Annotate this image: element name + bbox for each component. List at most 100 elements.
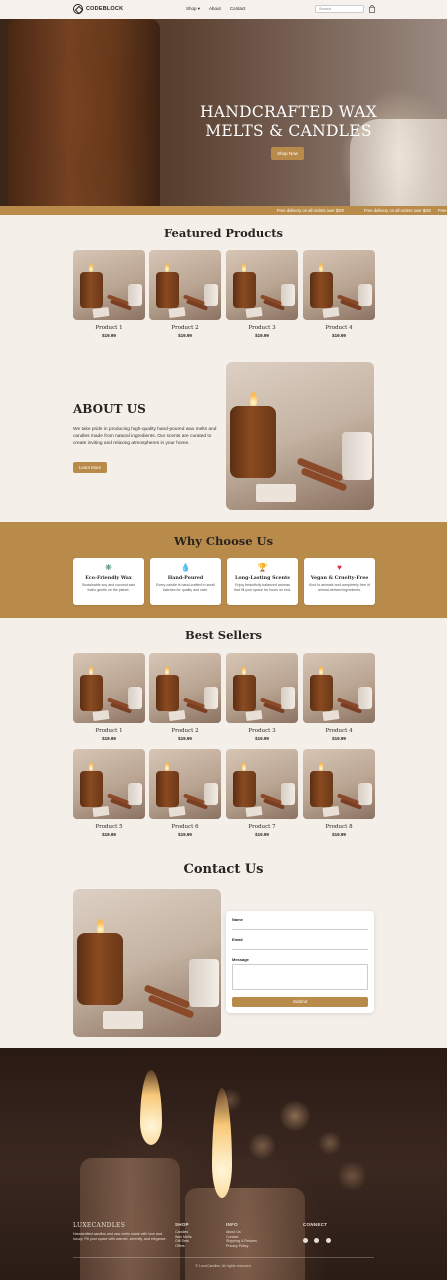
product-card[interactable]: Product 4 $19.99 (303, 250, 375, 338)
product-image[interactable] (73, 250, 145, 320)
footer-shop-col: SHOP Candles Wax Melts Gift Sets Offers (175, 1222, 192, 1248)
product-card[interactable]: Product 4 $19.99 (303, 653, 375, 741)
white-candle-shape (342, 432, 372, 480)
nav-contact[interactable]: Contact (230, 6, 246, 12)
footer-divider (73, 1257, 374, 1258)
why-card: 💧 Hand-Poured Every candle is hand-crafted… (150, 558, 221, 605)
nav-shop[interactable]: Shop ▾ (186, 6, 200, 12)
featured-title: Featured Products (164, 226, 283, 240)
name-field[interactable] (232, 923, 368, 930)
product-name[interactable]: Product 4 (303, 325, 375, 331)
white-candle-shape (204, 783, 218, 805)
product-name[interactable]: Product 1 (73, 728, 145, 734)
footer-info-col: INFO About Us Contact Shipping & Returns… (226, 1222, 257, 1248)
product-image[interactable] (149, 250, 221, 320)
product-name[interactable]: Product 8 (303, 824, 375, 830)
submit-button[interactable]: Submit (232, 997, 368, 1007)
why-card-desc: Kind to animals and completely free of a… (309, 583, 370, 592)
why-card: ♥ Vegan & Cruelty-Free Kind to animals and… (304, 558, 375, 605)
why-card-desc: Enjoy beautifully balanced aromas that f… (233, 583, 292, 592)
product-image[interactable] (303, 749, 375, 819)
footer-flame-shape (140, 1070, 162, 1145)
product-card[interactable]: Product 2 $19.99 (149, 653, 221, 741)
product-card[interactable]: Product 7 $19.99 (226, 749, 298, 837)
product-card[interactable]: Product 8 $19.99 (303, 749, 375, 837)
jar-shape (156, 272, 179, 308)
about-title: ABOUT US (73, 402, 146, 416)
droplet-icon: 💧 (180, 563, 191, 572)
product-image[interactable] (303, 653, 375, 723)
white-candle-shape (281, 687, 295, 709)
shop-now-button[interactable]: Shop Now (271, 147, 304, 160)
message-field[interactable] (232, 964, 368, 990)
white-candle-shape (204, 687, 218, 709)
wax-melt-shape (245, 709, 263, 722)
product-name[interactable]: Product 3 (226, 325, 298, 331)
why-card: 🏆 Long-Lasting Scents Enjoy beautifully ba… (227, 558, 298, 605)
product-card[interactable]: Product 5 $19.99 (73, 749, 145, 837)
product-image[interactable] (226, 250, 298, 320)
product-image[interactable] (149, 653, 221, 723)
chevron-down-icon: ▾ (197, 6, 201, 11)
product-image[interactable] (73, 653, 145, 723)
pinterest-icon[interactable] (325, 1238, 331, 1243)
flame-shape (97, 919, 104, 934)
footer-link-privacy[interactable]: Privacy Policy (226, 1244, 257, 1249)
footer-link-offers[interactable]: Offers (175, 1244, 192, 1249)
product-card[interactable]: Product 6 $19.99 (149, 749, 221, 837)
product-name[interactable]: Product 3 (226, 728, 298, 734)
flame-shape (165, 263, 169, 272)
bag-icon[interactable] (369, 5, 375, 13)
white-candle-shape (128, 284, 142, 306)
product-card[interactable]: Product 3 $19.99 (226, 250, 298, 338)
search-input[interactable]: Search (315, 5, 364, 13)
promo-ticker: Free delivery on all orders over $20! Fr… (0, 206, 447, 215)
product-price: $19.99 (102, 333, 116, 338)
hero-candle-jar-image (8, 19, 160, 206)
product-image[interactable] (226, 749, 298, 819)
why-card: ❋ Eco-Friendly Wax Sustainable soy and coc… (73, 558, 144, 605)
wax-melt-shape (245, 805, 263, 818)
product-image[interactable] (73, 749, 145, 819)
logo[interactable]: CODEBLOCK (73, 4, 123, 14)
product-card[interactable]: Product 1 $19.99 (73, 250, 145, 338)
product-name[interactable]: Product 1 (73, 325, 145, 331)
product-image[interactable] (226, 653, 298, 723)
product-name[interactable]: Product 2 (149, 325, 221, 331)
product-price: $19.99 (178, 333, 192, 338)
product-name[interactable]: Product 5 (73, 824, 145, 830)
product-price: $19.99 (102, 736, 116, 741)
product-image[interactable] (149, 749, 221, 819)
product-price: $19.99 (255, 832, 269, 837)
product-name[interactable]: Product 7 (226, 824, 298, 830)
white-candle-shape (358, 687, 372, 709)
product-card[interactable]: Product 2 $19.99 (149, 250, 221, 338)
footer-info-title: INFO (226, 1222, 238, 1227)
product-name[interactable]: Product 4 (303, 728, 375, 734)
wax-melt-shape (168, 805, 186, 818)
product-card[interactable]: Product 3 $19.99 (226, 653, 298, 741)
jar-shape (80, 675, 103, 711)
facebook-icon[interactable] (303, 1238, 308, 1243)
email-field[interactable] (232, 943, 368, 950)
logo-icon (73, 4, 83, 14)
nav-about[interactable]: About (209, 6, 221, 12)
wax-melt-shape (322, 709, 340, 722)
white-candle-shape (128, 783, 142, 805)
footer-tagline: Handcrafted candles and wax melts made w… (73, 1232, 167, 1241)
jar-shape (233, 675, 256, 711)
product-name[interactable]: Product 6 (149, 824, 221, 830)
why-card-title: Vegan & Cruelty-Free (310, 575, 369, 581)
product-name[interactable]: Product 2 (149, 728, 221, 734)
jar-shape (233, 771, 256, 807)
jar-shape (233, 272, 256, 308)
learn-more-button[interactable]: Learn More (73, 462, 107, 473)
wax-melt-shape (103, 1011, 143, 1029)
product-card[interactable]: Product 1 $19.99 (73, 653, 145, 741)
flame-shape (89, 762, 93, 771)
product-image[interactable] (303, 250, 375, 320)
instagram-icon[interactable] (314, 1238, 320, 1243)
about-image (226, 362, 374, 510)
bestsellers-title: Best Sellers (184, 628, 263, 642)
logo-text: CODEBLOCK (86, 6, 124, 12)
